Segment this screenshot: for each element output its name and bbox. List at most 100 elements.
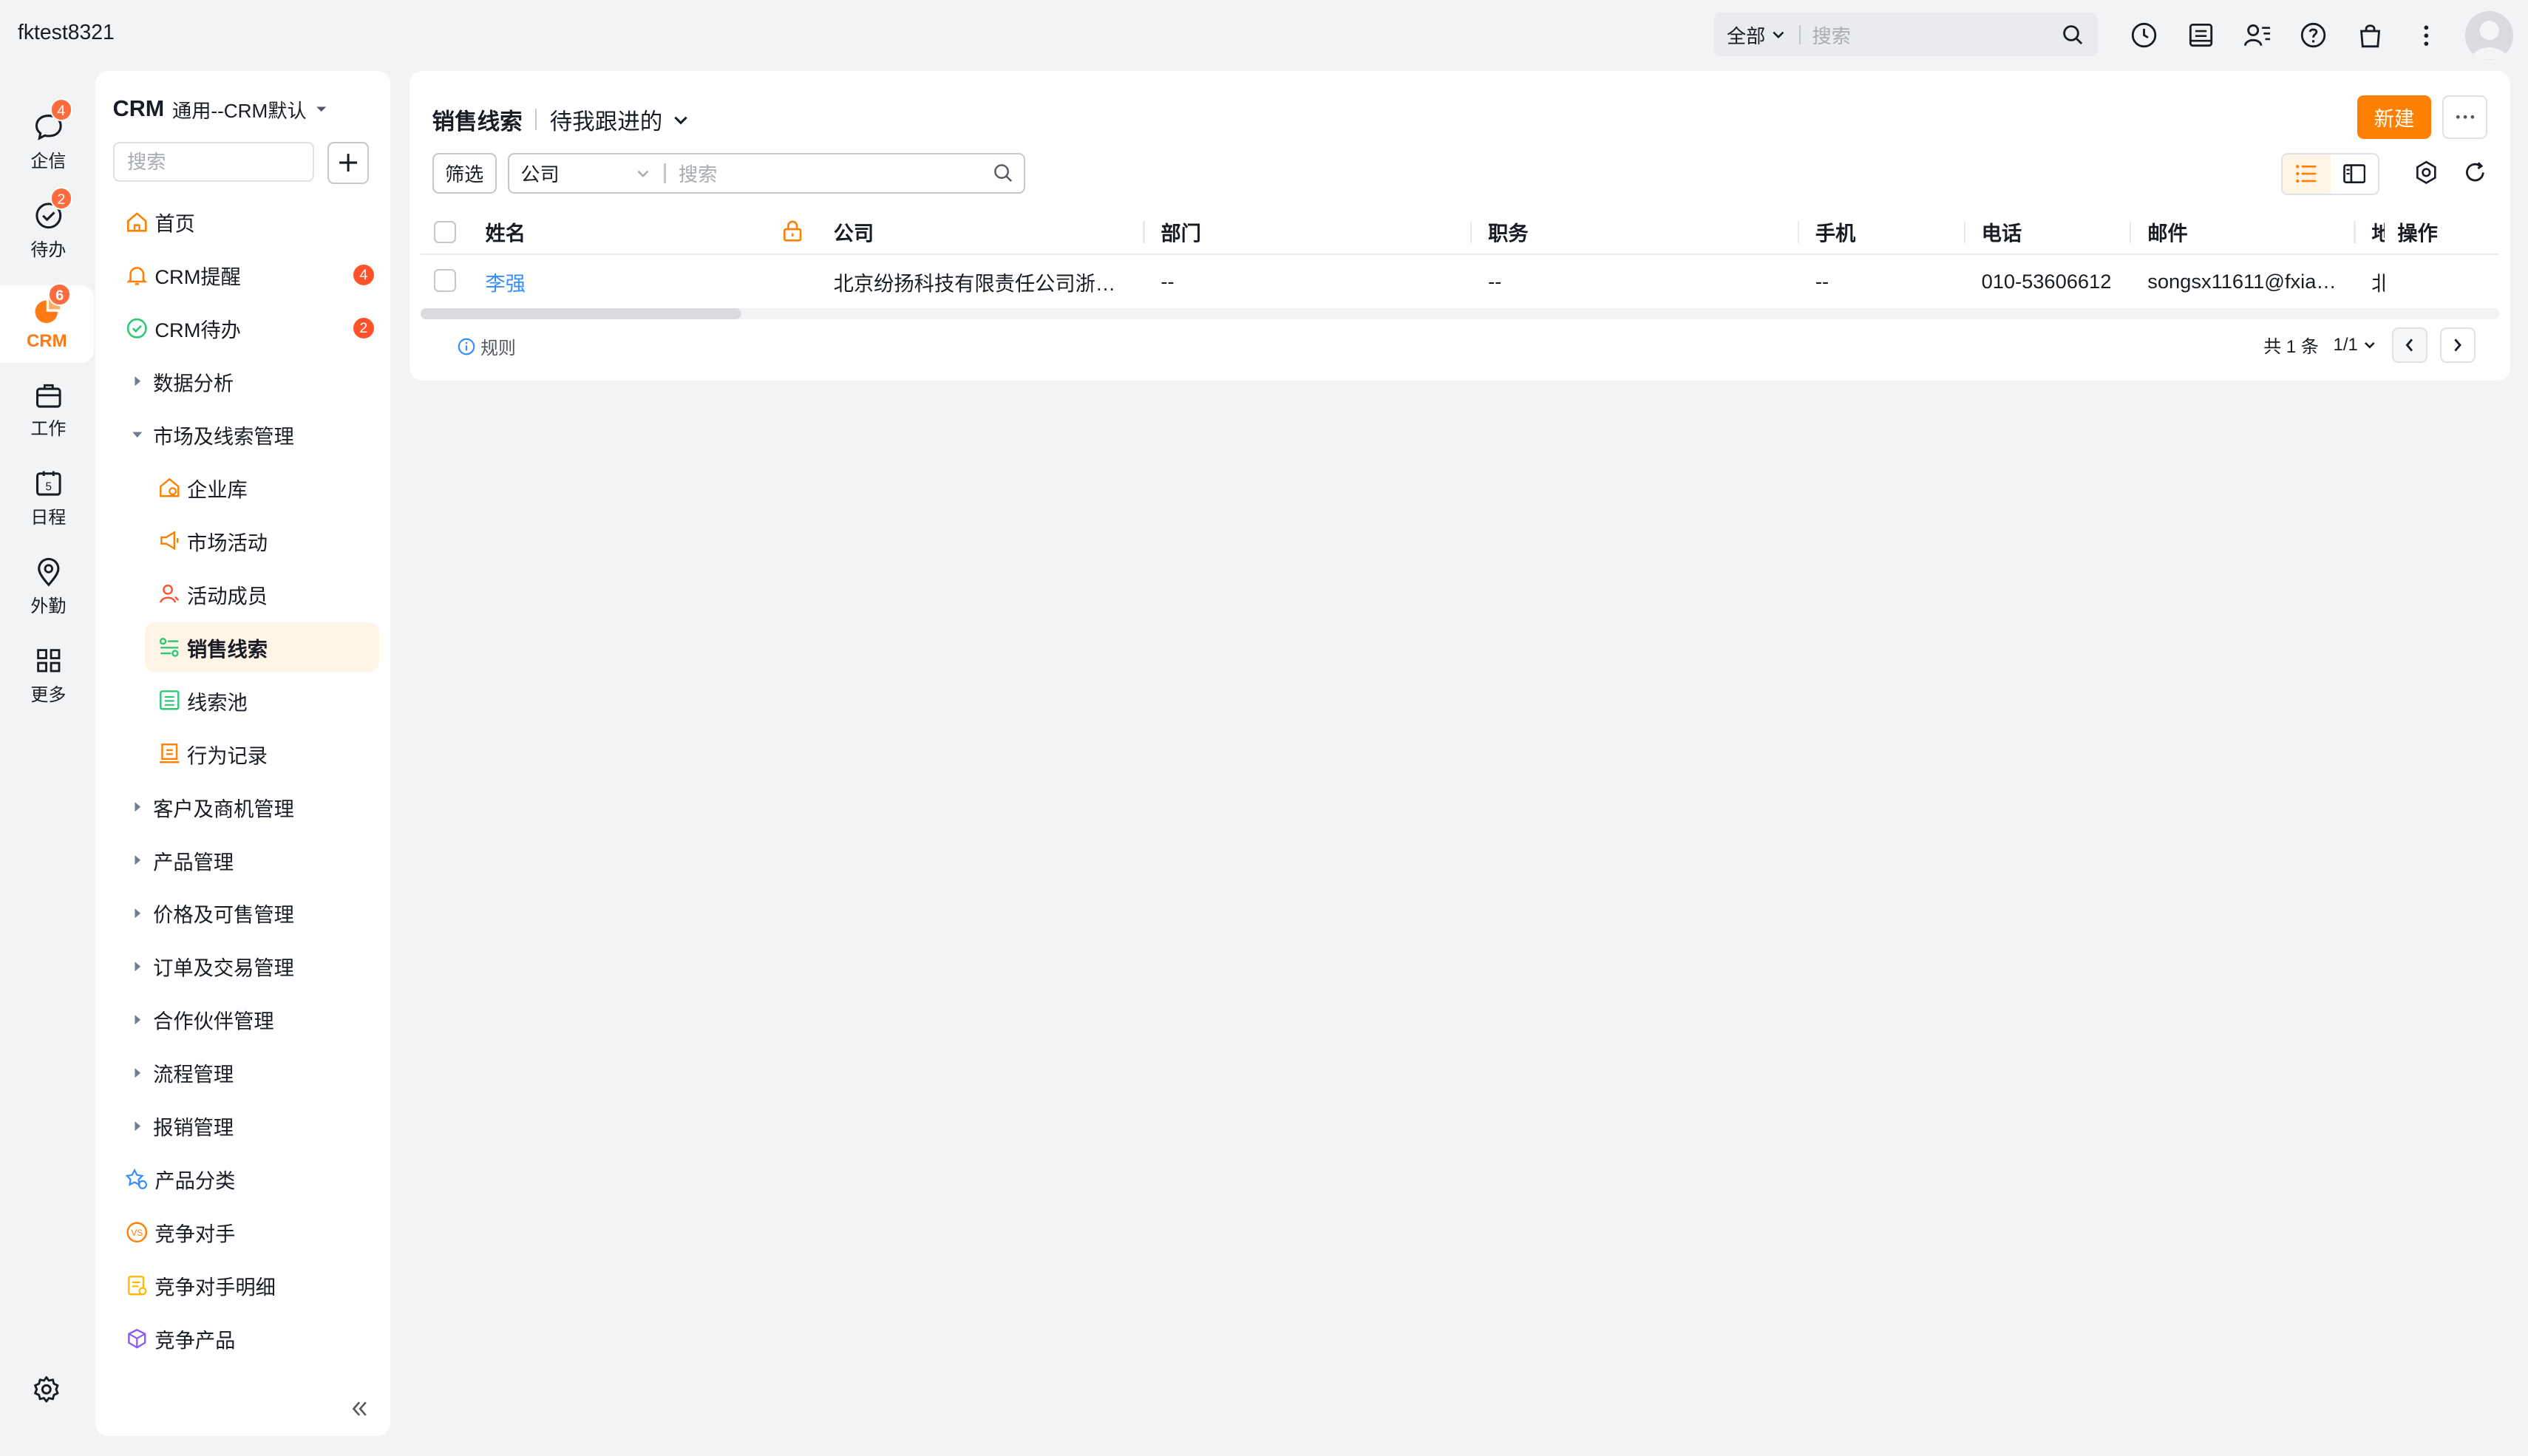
more-vertical-icon[interactable] [2407,16,2445,55]
nav-app-switcher[interactable]: CRM 通用--CRM默认 [113,95,327,123]
nav-group-product[interactable]: 产品管理 [95,834,390,887]
nav-item-crm-reminder[interactable]: CRM提醒 4 [95,248,390,302]
caret-down-icon [124,421,150,447]
scrollbar-thumb[interactable] [421,307,742,319]
inbox-icon[interactable] [2181,16,2220,55]
nav-group-partners[interactable]: 合作伙伴管理 [95,993,390,1046]
member-icon [157,581,183,607]
chevron-down-icon[interactable] [672,111,690,129]
nav-group-orders[interactable]: 订单及交易管理 [95,939,390,993]
nav-item-lead-pool[interactable]: 线索池 [95,674,390,727]
nav-item-behavior-record[interactable]: 行为记录 [95,727,390,780]
column-header-company[interactable]: 公司 [834,217,874,246]
horizontal-scrollbar[interactable] [421,307,2499,319]
contacts-icon[interactable] [2238,16,2276,55]
list-view-icon[interactable] [2283,154,2331,194]
lock-icon[interactable] [782,220,803,248]
nav-add-button[interactable] [327,141,370,184]
search-scope-label: 全部 [1726,24,1766,47]
column-header-phone[interactable]: 电话 [1982,217,2022,246]
settings-gear-icon[interactable] [30,1373,63,1406]
column-header-department[interactable]: 部门 [1161,217,1201,246]
nav-group-process[interactable]: 流程管理 [95,1046,390,1099]
nav-group-data-analysis[interactable]: 数据分析 [95,355,390,408]
split-view-icon[interactable] [2331,154,2379,193]
filter-button[interactable]: 筛选 [432,153,497,194]
help-icon[interactable] [2294,16,2333,55]
refresh-icon[interactable] [2460,158,2489,187]
rail-label: 外勤 [30,596,67,617]
nav-item-campaign-members[interactable]: 活动成员 [95,568,390,621]
global-search-input[interactable]: 搜索 [1812,21,2062,49]
column-header-name[interactable]: 姓名 [486,217,526,246]
more-horizontal-icon [2456,115,2475,119]
nav-item-label: 订单及交易管理 [153,956,294,980]
nav-item-product-category[interactable]: 产品分类 [95,1152,390,1205]
column-divider[interactable] [1963,220,1965,244]
nav-group-expense[interactable]: 报销管理 [95,1099,390,1152]
account-name[interactable]: fktest8321 [18,21,115,45]
check-circle-icon [124,315,150,341]
nav-item-crm-todo[interactable]: CRM待办 2 [95,302,390,355]
nav-group-customer-opportunity[interactable]: 客户及商机管理 [95,780,390,834]
nav-search-input[interactable]: 搜索 [112,141,315,183]
table-row[interactable]: 李强 北京纷扬科技有限责任公司浙江… -- -- -- 010-53606612… [421,256,2498,307]
rail-item-field[interactable]: 外勤 [7,548,90,626]
next-page-button[interactable] [2440,327,2476,363]
rail-item-messages[interactable]: 4 企信 [7,98,90,181]
rule-link[interactable]: 规则 [458,333,516,359]
chevron-down-icon[interactable] [2362,338,2377,353]
plus-icon [339,154,358,172]
divider [664,163,666,183]
rail-badge: 2 [50,186,73,210]
new-button[interactable]: 新建 [2357,95,2432,139]
user-avatar[interactable] [2464,11,2514,60]
rail-item-work[interactable]: 工作 [7,371,90,449]
rail-item-more[interactable]: 更多 [7,637,90,715]
nav-item-competitor[interactable]: VS 竞争对手 [95,1205,390,1259]
nav-group-pricing[interactable]: 价格及可售管理 [95,887,390,940]
store-bag-icon[interactable] [2351,16,2389,55]
column-header-mobile[interactable]: 手机 [1815,217,1856,246]
nav-group-marketing-leads[interactable]: 市场及线索管理 [95,408,390,461]
search-field-select[interactable]: 公司 [509,159,664,187]
page-select[interactable]: 1/1 [2334,335,2358,356]
rail-item-todo[interactable]: 2 待办 [7,186,90,270]
nav-item-marketing-campaign[interactable]: 市场活动 [95,514,390,568]
more-actions-button[interactable] [2442,95,2488,139]
row-checkbox[interactable] [433,269,457,292]
global-search[interactable]: 全部 搜索 [1713,13,2098,57]
lead-name-link[interactable]: 李强 [486,267,526,296]
svg-text:VS: VS [131,1228,143,1238]
nav-item-competitor-product[interactable]: 竞争产品 [95,1312,390,1365]
history-icon[interactable] [2125,16,2164,55]
nav-item-home[interactable]: 首页 [95,195,390,248]
rail-item-schedule[interactable]: 5 日程 [7,460,90,537]
column-divider[interactable] [2354,220,2356,244]
collapse-nav-icon[interactable] [350,1399,369,1424]
column-header-email[interactable]: 邮件 [2147,217,2188,246]
nav-item-competitor-detail[interactable]: 竞争对手明细 [95,1259,390,1312]
column-divider[interactable] [1143,220,1145,244]
search-icon[interactable] [993,163,1013,183]
cell-email: songsx11611@fxiao… [2147,269,2345,293]
field-search[interactable]: 公司 搜索 [508,153,1026,194]
search-icon[interactable] [2062,24,2083,45]
view-selector[interactable]: 待我跟进的 [550,103,663,136]
select-all-checkbox[interactable] [433,220,457,244]
column-divider[interactable] [1470,220,1472,244]
prev-page-button[interactable] [2391,327,2427,363]
list-search-input[interactable]: 搜索 [679,159,993,187]
rule-label: 规则 [480,339,516,359]
search-scope-select[interactable]: 全部 [1714,21,1787,49]
column-divider[interactable] [1797,220,1800,244]
nav-item-label: 企业库 [186,477,248,501]
nav-item-company-library[interactable]: 企业库 [95,461,390,514]
rail-item-crm[interactable]: 6 CRM [0,282,94,363]
settings-icon[interactable] [2412,158,2441,187]
column-header-position[interactable]: 职务 [1488,217,1529,246]
nav-item-sales-leads[interactable]: 销售线索 [95,621,390,674]
column-divider[interactable] [2130,220,2132,244]
pagination: 共 1 条 1/1 [2263,327,2476,363]
column-header-address[interactable]: 地 [2371,217,2384,246]
